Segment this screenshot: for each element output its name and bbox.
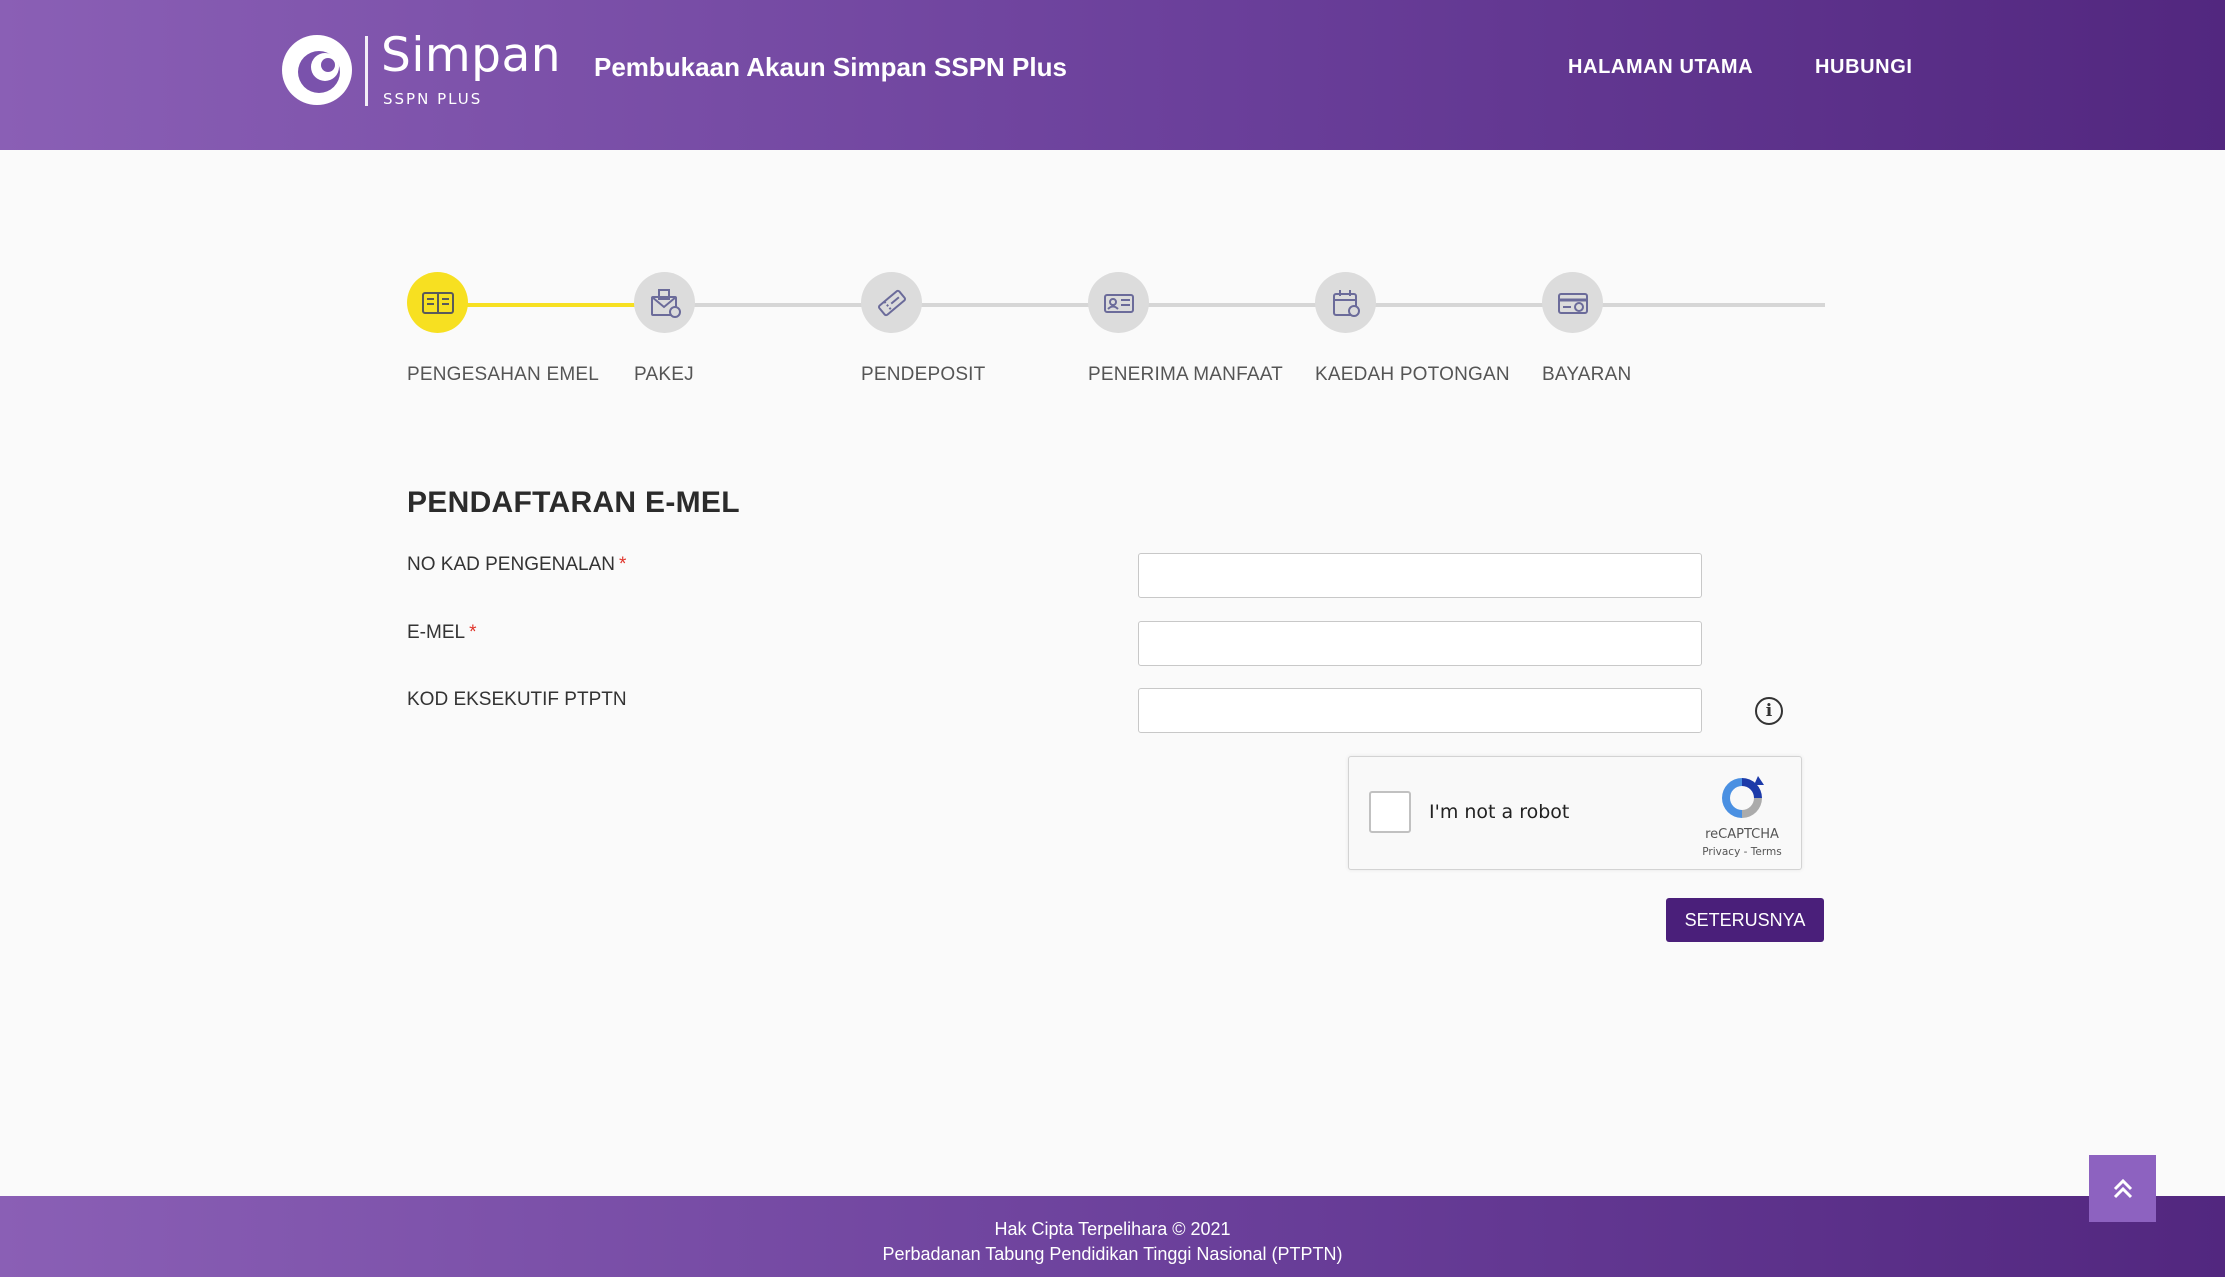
ic-number-input[interactable]: [1138, 553, 1702, 598]
double-chevron-up-icon: [2113, 1178, 2132, 1198]
recaptcha-brand: reCAPTCHA: [1705, 827, 1779, 842]
logo-name: Simpan: [381, 28, 562, 83]
footer-copyright: Hak Cipta Terpelihara © 2021: [994, 1219, 1231, 1239]
recaptcha-label: I'm not a robot: [1429, 801, 1570, 823]
required-asterisk: *: [469, 622, 477, 643]
stepper-track-progress: [437, 303, 664, 307]
logo-subtitle: SSPN PLUS: [383, 90, 483, 108]
registration-stepper: PENGESAHAN EMEL PAKEJ PENDEPOSIT PENERIM…: [407, 272, 1825, 402]
recaptcha-link-separator: -: [1740, 846, 1751, 858]
required-asterisk: *: [619, 554, 627, 575]
step-label: KAEDAH POTONGAN: [1315, 364, 1510, 385]
recaptcha-links: Privacy - Terms: [1679, 846, 1805, 858]
simpan-logo[interactable]: Simpan SSPN PLUS: [281, 28, 561, 110]
logo-divider: [365, 36, 368, 106]
page-title: Pembukaan Akaun Simpan SSPN Plus: [594, 52, 1067, 82]
email-input[interactable]: [1138, 621, 1702, 666]
footer-organization: Perbadanan Tabung Pendidikan Tinggi Nasi…: [882, 1244, 1343, 1264]
nav-home-link[interactable]: HALAMAN UTAMA: [1568, 56, 1753, 79]
id-card-icon: [407, 272, 468, 333]
envelope-gift-icon: [634, 272, 695, 333]
email-label-text: E-MEL: [407, 622, 466, 643]
recaptcha-logo-icon: [1722, 776, 1764, 818]
recaptcha-terms-link[interactable]: Terms: [1751, 846, 1782, 858]
step-label: BAYARAN: [1542, 364, 1632, 385]
page-footer: Hak Cipta Terpelihara © 2021 Perbadanan …: [0, 1196, 2225, 1277]
email-label: E-MEL *: [407, 622, 476, 644]
beneficiary-card-icon: [1088, 272, 1149, 333]
executive-code-input[interactable]: [1138, 688, 1702, 733]
recaptcha-checkbox[interactable]: [1369, 791, 1411, 833]
ic-number-label: NO KAD PENGENALAN *: [407, 554, 626, 576]
next-button[interactable]: SETERUSNYA: [1666, 898, 1824, 942]
step-label: PAKEJ: [634, 364, 694, 385]
back-to-top-button[interactable]: [2089, 1155, 2156, 1222]
ticket-icon: [861, 272, 922, 333]
info-icon[interactable]: i: [1755, 697, 1783, 725]
page-header: Simpan SSPN PLUS Pembukaan Akaun Simpan …: [0, 0, 2225, 150]
simpan-logo-mark-icon: [282, 35, 352, 105]
recaptcha-privacy-link[interactable]: Privacy: [1702, 846, 1740, 858]
payment-card-icon: [1542, 272, 1603, 333]
executive-code-label-text: KOD EKSEKUTIF PTPTN: [407, 689, 627, 710]
step-label: PENERIMA MANFAAT: [1088, 364, 1283, 385]
deduction-calendar-icon: [1315, 272, 1376, 333]
step-label: PENDEPOSIT: [861, 364, 986, 385]
step-label: PENGESAHAN EMEL: [407, 364, 599, 385]
form-title: PENDAFTARAN E-MEL: [407, 486, 740, 519]
ic-number-label-text: NO KAD PENGENALAN: [407, 554, 615, 575]
recaptcha-widget: I'm not a robot reCAPTCHA Privacy - Term…: [1348, 756, 1802, 870]
nav-contact-link[interactable]: HUBUNGI: [1815, 56, 1913, 79]
executive-code-label: KOD EKSEKUTIF PTPTN: [407, 689, 627, 711]
